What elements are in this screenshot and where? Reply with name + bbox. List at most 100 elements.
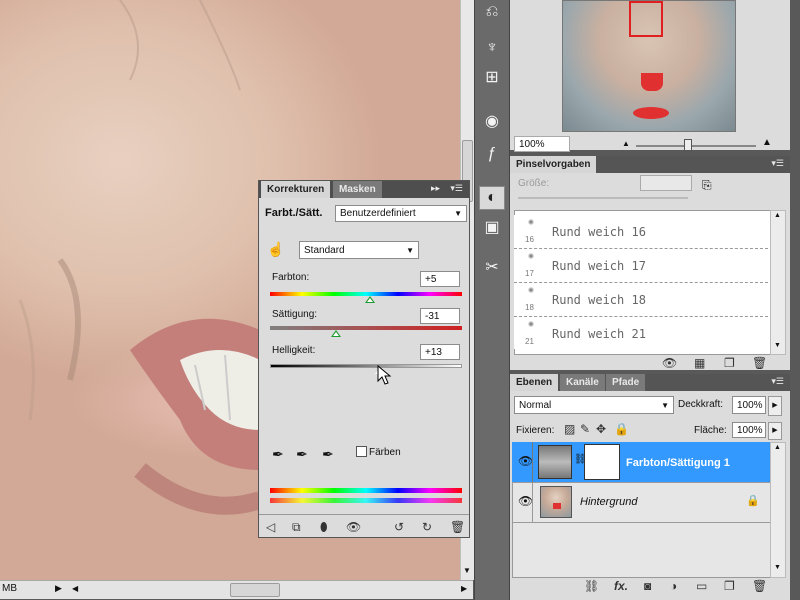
zoom-slider-knob[interactable]	[684, 139, 692, 151]
preset-select[interactable]: Benutzerdefiniert ▼	[335, 205, 467, 222]
lock-icon: 🔒	[746, 495, 760, 507]
tab-layers[interactable]: Ebenen	[510, 374, 559, 391]
range-select[interactable]: Standard ▼	[299, 241, 419, 259]
lightness-slider[interactable]	[270, 364, 462, 368]
tab-masks[interactable]: Masken	[333, 181, 382, 198]
history-icon[interactable]: ⎌	[479, 0, 505, 24]
targeted-adjustment-hand-icon[interactable]: ☝	[267, 241, 284, 258]
brush-tool-icon[interactable]: ♆	[479, 36, 505, 60]
saturation-slider[interactable]	[270, 326, 462, 330]
lock-position-icon[interactable]: ✥	[596, 422, 606, 436]
masks-panel-icon[interactable]: ▣	[479, 216, 505, 240]
brush-reset-icon[interactable]: ⎘	[702, 178, 712, 193]
new-adjustment-icon[interactable]: ◑	[670, 579, 677, 593]
layer-fx-icon[interactable]: fx.	[614, 579, 628, 593]
visibility-icon[interactable]: 👁	[346, 520, 361, 534]
brush-size-slider[interactable]	[518, 197, 688, 199]
navigator-thumbnail[interactable]	[562, 0, 736, 132]
scroll-down-arrow-icon[interactable]: ▼	[774, 342, 781, 349]
delete-adjustment-icon[interactable]: 🗑	[450, 520, 465, 534]
scroll-left-arrow-icon[interactable]: ◀	[72, 584, 78, 593]
back-arrow-icon[interactable]: ◁	[266, 520, 275, 534]
fill-arrow-icon[interactable]: ▶	[768, 422, 782, 440]
eye-icon[interactable]: 👁	[518, 454, 533, 468]
scroll-up-arrow-icon[interactable]: ▲	[774, 444, 781, 451]
reset-icon[interactable]: ↻	[422, 520, 432, 534]
horizontal-scroll-thumb[interactable]	[230, 583, 280, 597]
list-item[interactable]: 16 Rund weich 16	[514, 215, 768, 249]
navigator-zoom-field[interactable]: 100%	[514, 136, 570, 152]
hue-slider-knob[interactable]	[364, 296, 375, 303]
saturation-value-field[interactable]: -31	[420, 308, 460, 324]
opacity-field[interactable]: 100%	[732, 396, 766, 414]
chevron-down-icon: ▼	[406, 246, 414, 255]
fill-field[interactable]: 100%	[732, 422, 766, 438]
layer-mask-thumbnail[interactable]	[584, 444, 620, 480]
panel-menu-icon[interactable]: ▾☰	[771, 158, 784, 169]
photo-red-saucer	[633, 107, 669, 119]
eyedropper-icon[interactable]: ✒	[272, 446, 284, 463]
lock-all-icon[interactable]: 🔒	[614, 422, 629, 436]
layers-scrollbar[interactable]: ▲ ▼	[770, 442, 786, 578]
lock-pixels-icon[interactable]: ✎	[580, 422, 590, 436]
expand-view-icon[interactable]: ⧉	[292, 520, 301, 535]
swatches-icon[interactable]: ◉	[479, 110, 505, 134]
tab-paths[interactable]: Pfade	[606, 374, 646, 391]
blend-mode-select[interactable]: Normal ▼	[514, 396, 674, 414]
brush-list-scrollbar[interactable]: ▲ ▼	[770, 210, 786, 355]
photo-red-cup	[641, 73, 663, 91]
lightness-value-field[interactable]: +13	[420, 344, 460, 360]
list-item[interactable]: 17 Rund weich 17	[514, 249, 768, 283]
opacity-arrow-icon[interactable]: ▶	[768, 396, 782, 416]
scroll-right-arrow-icon[interactable]: ▶	[461, 584, 467, 593]
lightness-label: Helligkeit:	[272, 345, 316, 356]
delete-layer-icon[interactable]: 🗑	[752, 579, 767, 593]
new-group-icon[interactable]: ▭	[696, 579, 707, 593]
brush-toggle-icon[interactable]: 👁	[662, 356, 677, 370]
navigator-view-box[interactable]	[629, 1, 663, 37]
zoom-out-icon[interactable]: ▲	[622, 139, 630, 148]
scroll-down-arrow-icon[interactable]: ▼	[774, 564, 781, 571]
colorize-checkbox[interactable]	[356, 446, 367, 457]
brush-size: 16	[525, 235, 534, 244]
layer-row-background[interactable]: 👁 Hintergrund 🔒	[512, 482, 770, 523]
scroll-up-arrow-icon[interactable]: ▲	[774, 212, 781, 219]
lock-transparency-icon[interactable]: ▨	[564, 422, 575, 436]
tab-brush-presets[interactable]: Pinselvorgaben	[510, 156, 597, 173]
add-mask-icon[interactable]: ◙	[644, 579, 651, 593]
tab-adjustments[interactable]: Korrekturen	[261, 181, 331, 198]
scroll-down-arrow-icon[interactable]: ▼	[463, 566, 471, 575]
tools-preset-icon[interactable]: ✂	[479, 256, 505, 280]
delete-brush-icon[interactable]: 🗑	[752, 356, 767, 370]
adjustments-panel-icon[interactable]: ◐	[479, 186, 505, 210]
layer-name[interactable]: Hintergrund	[580, 496, 637, 508]
eyedropper-plus-icon[interactable]: ✒	[296, 446, 308, 463]
hue-saturation-layer-icon	[538, 445, 572, 479]
new-layer-icon[interactable]: ❐	[724, 579, 735, 593]
new-brush-icon[interactable]: ❐	[724, 356, 735, 370]
link-layers-icon[interactable]: ⛓	[584, 579, 599, 593]
list-item[interactable]: 18 Rund weich 18	[514, 283, 768, 317]
layer-name[interactable]: Farbton/Sättigung 1	[626, 457, 730, 469]
tab-channels[interactable]: Kanäle	[560, 374, 605, 391]
clip-to-layer-icon[interactable]: ⬮	[320, 520, 328, 535]
brush-grid-icon[interactable]: ▦	[694, 356, 705, 370]
layer-row-hue-saturation[interactable]: 👁 ⛓ Farbton/Sättigung 1	[512, 442, 770, 483]
brush-size-field[interactable]	[640, 175, 692, 191]
brush-name: Rund weich 21	[552, 327, 646, 341]
eye-icon[interactable]: 👁	[518, 494, 533, 508]
clone-source-icon[interactable]: ⊞	[479, 66, 505, 90]
panel-menu-icon[interactable]: ▾☰	[450, 183, 463, 194]
collapse-panel-icon[interactable]: ▸▸	[431, 183, 440, 194]
list-item[interactable]: 21 Rund weich 21	[514, 317, 768, 349]
view-previous-icon[interactable]: ↺	[394, 520, 404, 534]
saturation-slider-knob[interactable]	[331, 330, 342, 337]
zoom-slider-track[interactable]	[636, 145, 756, 147]
fx-styles-icon[interactable]: ƒ	[479, 142, 505, 166]
panel-menu-icon[interactable]: ▾☰	[771, 376, 784, 387]
hue-value-field[interactable]: +5	[420, 271, 460, 287]
status-menu-arrow-icon[interactable]: ▶	[55, 583, 62, 594]
zoom-in-icon[interactable]: ▲	[762, 137, 772, 148]
eyedropper-minus-icon[interactable]: ✒	[322, 446, 334, 463]
chevron-down-icon: ▼	[661, 401, 669, 410]
